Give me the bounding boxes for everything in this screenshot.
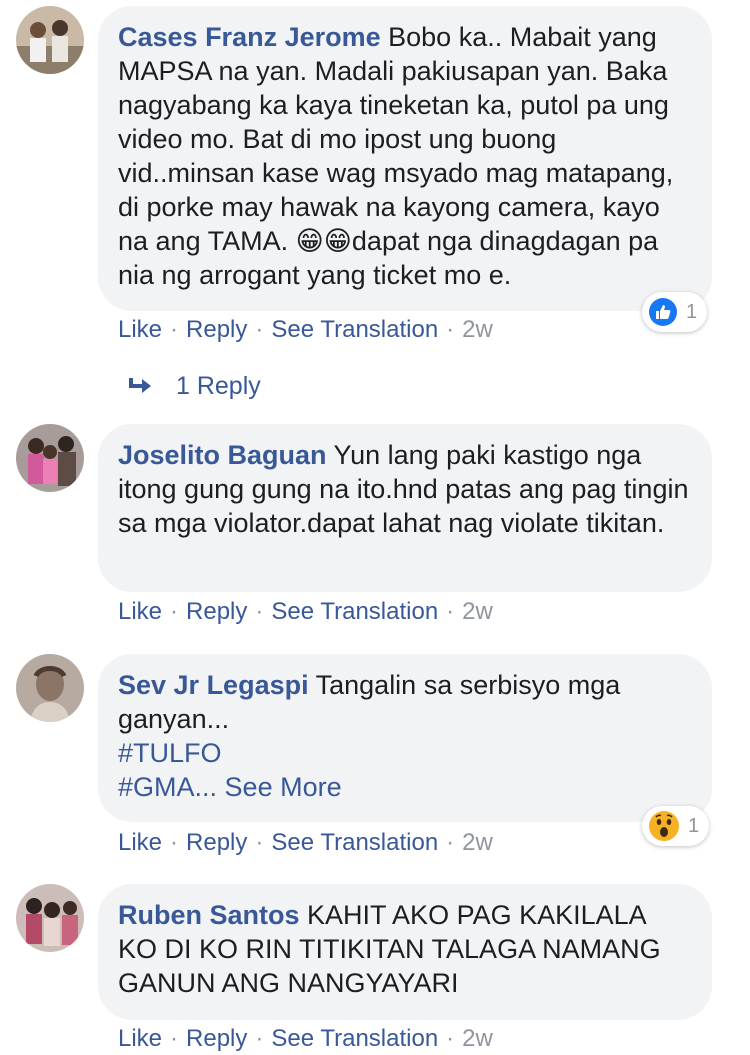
wow-icon — [649, 811, 679, 841]
comment-timestamp[interactable]: 2w — [462, 598, 493, 625]
grin-emoji: 😁😁 — [295, 226, 352, 256]
reply-link[interactable]: Reply — [186, 316, 247, 343]
see-translation-link[interactable]: See Translation — [271, 598, 438, 625]
see-more-link[interactable]: See More — [225, 772, 342, 802]
avatar[interactable] — [16, 884, 84, 952]
comment-bubble: Sev Jr Legaspi Tangalin sa serbisyo mga … — [98, 654, 712, 822]
comment-timestamp[interactable]: 2w — [462, 829, 493, 856]
like-link[interactable]: Like — [118, 829, 162, 856]
see-translation-link[interactable]: See Translation — [271, 1025, 438, 1052]
avatar[interactable] — [16, 424, 84, 492]
comment-text: Bobo ka.. Mabait yang MAPSA na yan. Mada… — [118, 22, 674, 256]
reply-link[interactable]: Reply — [186, 598, 247, 625]
like-icon — [649, 298, 677, 326]
comment-bubble: Cases Franz Jerome Bobo ka.. Mabait yang… — [98, 6, 712, 311]
comment-author[interactable]: Cases Franz Jerome — [118, 22, 381, 52]
reply-arrow-icon — [129, 377, 151, 393]
reply-link[interactable]: Reply — [186, 829, 247, 856]
reaction-count: 1 — [688, 814, 700, 837]
comment-actions: Like · Reply · See Translation · 2w — [118, 316, 493, 343]
hashtag-link[interactable]: #GMA... — [118, 772, 217, 802]
reply-link[interactable]: Reply — [186, 1025, 247, 1052]
comment-actions: Like · Reply · See Translation · 2w — [118, 598, 493, 625]
comment-actions: Like · Reply · See Translation · 2w — [118, 829, 493, 856]
replies-count-label[interactable]: 1 Reply — [176, 372, 261, 401]
see-translation-link[interactable]: See Translation — [271, 829, 438, 856]
avatar[interactable] — [16, 6, 84, 74]
comment-bubble: Joselito Baguan Yun lang paki kastigo ng… — [98, 424, 712, 592]
see-translation-link[interactable]: See Translation — [271, 316, 438, 343]
like-link[interactable]: Like — [118, 316, 162, 343]
like-link[interactable]: Like — [118, 598, 162, 625]
reaction-count: 1 — [686, 300, 698, 323]
comment-author[interactable]: Sev Jr Legaspi — [118, 670, 309, 700]
reaction-summary[interactable]: 1 — [642, 806, 710, 846]
hashtag-link[interactable]: #TULFO — [118, 738, 222, 768]
view-replies[interactable]: 1 Reply — [128, 372, 261, 401]
reaction-summary[interactable]: 1 — [642, 292, 708, 332]
avatar[interactable] — [16, 654, 84, 722]
comment-bubble: Ruben Santos KAHIT AKO PAG KAKILALA KO D… — [98, 884, 712, 1020]
comment-timestamp[interactable]: 2w — [462, 316, 493, 343]
comment-author[interactable]: Ruben Santos — [118, 900, 300, 930]
comment-actions: Like · Reply · See Translation · 2w — [118, 1025, 493, 1052]
comment-timestamp[interactable]: 2w — [462, 1025, 493, 1052]
like-link[interactable]: Like — [118, 1025, 162, 1052]
comment-author[interactable]: Joselito Baguan — [118, 440, 327, 470]
